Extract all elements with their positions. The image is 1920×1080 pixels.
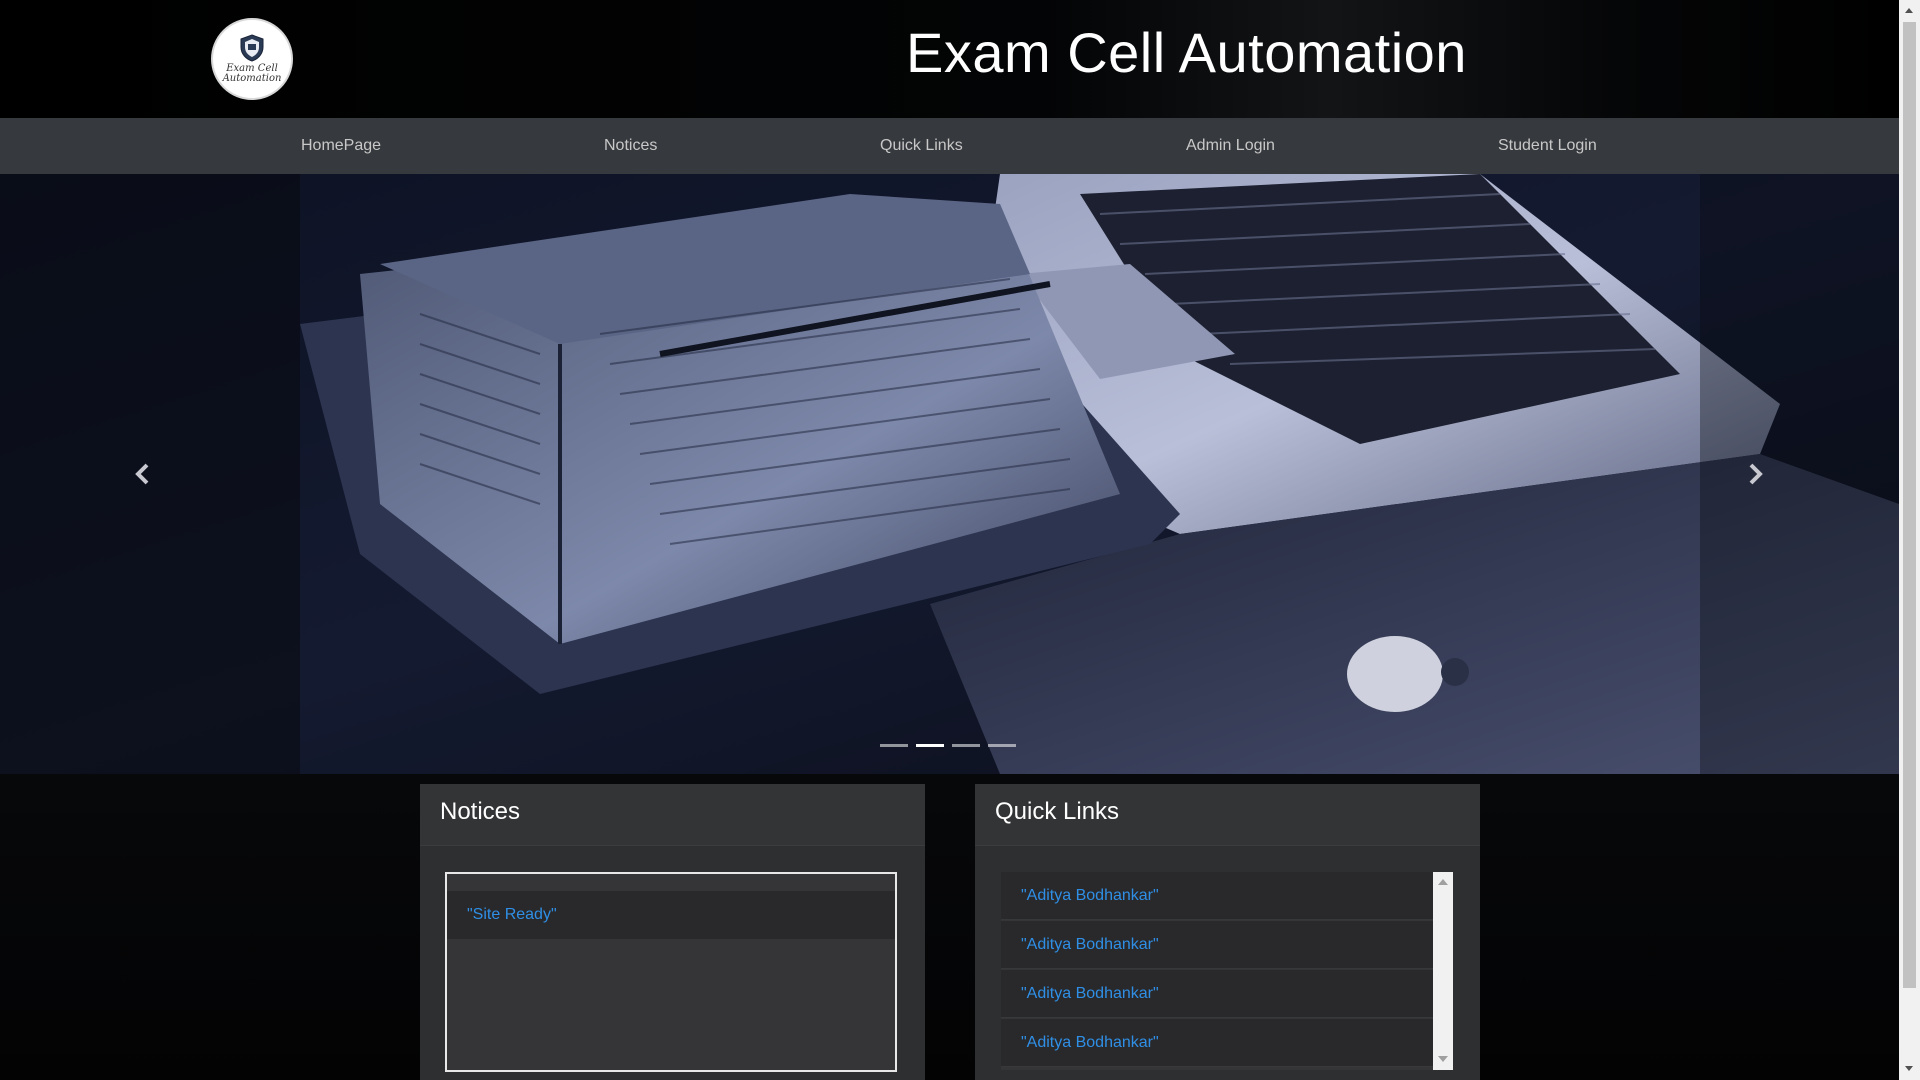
notice-item[interactable]: "Site Ready" bbox=[447, 891, 895, 939]
carousel-prev-button[interactable] bbox=[122, 454, 162, 494]
logo-text-line2: Automation bbox=[222, 73, 282, 84]
quick-link-item[interactable]: "Aditya Bodhankar" bbox=[1001, 921, 1433, 969]
site-header: Exam Cell Automation Exam Cell Automatio… bbox=[0, 0, 1899, 118]
carousel-slide-image bbox=[0, 174, 1899, 774]
nav-item-notices[interactable]: Notices bbox=[604, 118, 657, 174]
page-scroll-up-icon[interactable] bbox=[1905, 8, 1913, 13]
main-navbar: HomePage Notices Quick Links Admin Login… bbox=[0, 118, 1899, 174]
carousel-indicator-1[interactable] bbox=[880, 744, 908, 747]
carousel-indicators bbox=[880, 744, 1016, 750]
scroll-down-arrow-icon[interactable] bbox=[1438, 1056, 1448, 1062]
chevron-right-icon bbox=[1749, 463, 1763, 485]
quick-links-panel: Quick Links "Aditya Bodhankar" "Aditya B… bbox=[975, 784, 1480, 1080]
carousel-next-button[interactable] bbox=[1736, 454, 1776, 494]
nav-item-student-login[interactable]: Student Login bbox=[1498, 118, 1597, 174]
notices-list: "Site Ready" bbox=[445, 872, 897, 1072]
nav-item-quick-links[interactable]: Quick Links bbox=[880, 118, 963, 174]
quick-link-item[interactable]: "Aditya Bodhankar" bbox=[1001, 1019, 1433, 1067]
page-scrollbar-thumb[interactable] bbox=[1903, 22, 1916, 988]
carousel-indicator-2[interactable] bbox=[916, 744, 944, 747]
content-section: Notices "Site Ready" Quick Links "Aditya… bbox=[0, 774, 1899, 1080]
quick-links-heading: Quick Links bbox=[975, 784, 1480, 846]
quick-links-scrollbar[interactable] bbox=[1433, 872, 1453, 1070]
site-logo[interactable]: Exam Cell Automation bbox=[211, 18, 293, 100]
notices-panel: Notices "Site Ready" bbox=[420, 784, 925, 1080]
quick-links-list: "Aditya Bodhankar" "Aditya Bodhankar" "A… bbox=[1001, 872, 1453, 1070]
shield-icon bbox=[240, 34, 264, 62]
nav-item-admin-login[interactable]: Admin Login bbox=[1186, 118, 1275, 174]
page: Exam Cell Automation Exam Cell Automatio… bbox=[0, 0, 1920, 1080]
hero-carousel bbox=[0, 174, 1899, 774]
quick-link-item[interactable]: "Aditya Bodhankar" bbox=[1001, 970, 1433, 1018]
chevron-left-icon bbox=[135, 463, 149, 485]
carousel-indicator-4[interactable] bbox=[988, 744, 1016, 747]
quick-link-item[interactable]: "Aditya Bodhankar" bbox=[1001, 872, 1433, 920]
notices-heading: Notices bbox=[420, 784, 925, 846]
nav-item-homepage[interactable]: HomePage bbox=[301, 118, 381, 174]
site-title: Exam Cell Automation bbox=[906, 21, 1467, 84]
carousel-indicator-3[interactable] bbox=[952, 744, 980, 747]
scroll-up-arrow-icon[interactable] bbox=[1438, 879, 1448, 885]
page-scrollbar[interactable] bbox=[1899, 0, 1920, 1080]
page-scroll-down-icon[interactable] bbox=[1905, 1066, 1913, 1071]
